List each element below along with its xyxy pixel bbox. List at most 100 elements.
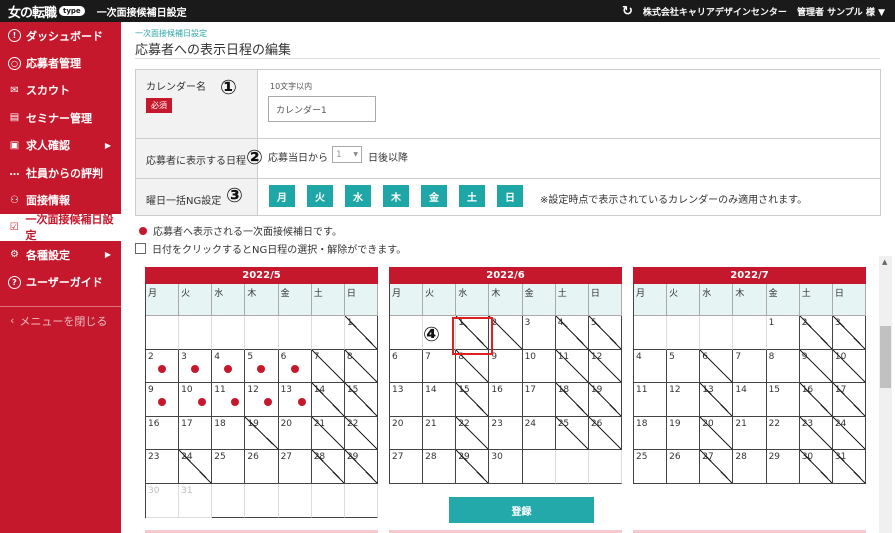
calendar-day[interactable]: 2	[146, 349, 180, 384]
days-select[interactable]: 1 ▼	[332, 146, 362, 163]
calendar-day[interactable]: 31	[832, 450, 866, 484]
calendar-day[interactable]: 25	[555, 416, 589, 451]
calendar-day[interactable]: 8	[344, 349, 378, 384]
calendar-day[interactable]: 12	[588, 349, 622, 384]
calendar-day[interactable]: 11	[555, 349, 589, 384]
scroll-up-icon[interactable]: ▲	[882, 258, 887, 266]
calendar-day[interactable]: 17	[179, 416, 213, 451]
calendar-day[interactable]: 2	[489, 316, 523, 350]
calendar-day[interactable]: 19	[245, 416, 279, 451]
sidebar-item-6[interactable]: ⚇ 面接情報	[0, 186, 121, 213]
calendar-day[interactable]: 27	[700, 450, 734, 484]
sidebar-item-1[interactable]: ○ 応募者管理	[0, 49, 121, 76]
calendar-day[interactable]: 15	[344, 383, 378, 417]
calendar-day[interactable]: 21	[733, 416, 767, 451]
calendar-day[interactable]: 5	[667, 349, 701, 384]
sidebar-item-2[interactable]: ✉ スカウト	[0, 77, 121, 104]
weekday-ng-button-2[interactable]: 水	[345, 185, 371, 207]
calendar-day[interactable]: 3	[179, 349, 213, 384]
calendar-day[interactable]: 4	[555, 316, 589, 350]
calendar-day[interactable]: 14	[311, 383, 345, 417]
calendar-day[interactable]: 10	[179, 383, 213, 417]
calendar-day[interactable]: 16	[146, 416, 180, 451]
sidebar-item-4[interactable]: ▣ 求人確認 ▶	[0, 132, 121, 159]
register-button[interactable]: 登録	[449, 497, 594, 523]
calendar-day[interactable]: 25	[212, 450, 246, 484]
calendar-day[interactable]: 19	[588, 383, 622, 417]
calendar-day[interactable]: 17	[832, 383, 866, 417]
calendar-day[interactable]: 18	[555, 383, 589, 417]
calendar-day[interactable]: 14	[733, 383, 767, 417]
user-menu[interactable]: 管理者 サンプル 様 ▼	[797, 5, 885, 18]
calendar-day[interactable]: 22	[344, 416, 378, 451]
weekday-ng-button-0[interactable]: 月	[269, 185, 295, 207]
calendar-day[interactable]: 18	[634, 416, 668, 451]
breadcrumb[interactable]: 一次面接候補日設定	[135, 28, 207, 39]
calendar-day[interactable]: 4	[212, 349, 246, 384]
calendar-day[interactable]: 27	[278, 450, 312, 484]
calendar-day[interactable]: 30	[489, 450, 523, 484]
calendar-day[interactable]: 11	[212, 383, 246, 417]
calendar-day[interactable]: 13	[278, 383, 312, 417]
calendar-day[interactable]: 13	[390, 383, 424, 417]
calendar-day[interactable]: 22	[456, 416, 490, 451]
calendar-day[interactable]: 26	[245, 450, 279, 484]
calendar-day[interactable]: 28	[423, 450, 457, 484]
close-menu-button[interactable]: ‹ メニューを閉じる	[0, 307, 121, 335]
sidebar-item-3[interactable]: ▤ セミナー管理	[0, 104, 121, 131]
sidebar-item-0[interactable]: ! ダッシュボード	[0, 22, 121, 49]
calendar-name-input[interactable]	[268, 96, 376, 122]
calendar-day[interactable]: 3	[832, 316, 866, 350]
calendar-day[interactable]: 2	[799, 316, 833, 350]
calendar-day[interactable]: 24	[832, 416, 866, 451]
calendar-day[interactable]: 29	[766, 450, 800, 484]
logo[interactable]: 女の転職 type	[0, 2, 85, 21]
calendar-day[interactable]: 12	[245, 383, 279, 417]
calendar-day[interactable]: 23	[489, 416, 523, 451]
calendar-day[interactable]: 5	[588, 316, 622, 350]
calendar-day[interactable]: 8	[766, 349, 800, 384]
sidebar-item-7[interactable]: ☑ 一次面接候補日設定	[0, 213, 121, 242]
calendar-day[interactable]: 28	[733, 450, 767, 484]
calendar-day[interactable]: 9	[799, 349, 833, 384]
calendar-day[interactable]: 1	[766, 316, 800, 350]
calendar-day[interactable]: 10	[832, 349, 866, 384]
calendar-day[interactable]: 20	[390, 416, 424, 451]
calendar-day[interactable]: 26	[667, 450, 701, 484]
calendar-day[interactable]: 6	[390, 349, 424, 384]
weekday-ng-button-3[interactable]: 木	[383, 185, 409, 207]
calendar-day[interactable]: 26	[588, 416, 622, 451]
calendar-day[interactable]: 30	[799, 450, 833, 484]
calendar-day[interactable]: 19	[667, 416, 701, 451]
weekday-ng-button-4[interactable]: 金	[421, 185, 447, 207]
calendar-day[interactable]: 29	[456, 450, 490, 484]
weekday-ng-button-5[interactable]: 土	[459, 185, 485, 207]
calendar-day[interactable]: 9	[146, 383, 180, 417]
calendar-day[interactable]: 1	[344, 316, 378, 350]
scrollbar-thumb[interactable]	[880, 326, 891, 388]
calendar-day[interactable]: 4	[634, 349, 668, 384]
calendar-day[interactable]: 16	[489, 383, 523, 417]
calendar-day[interactable]: 22	[766, 416, 800, 451]
calendar-day[interactable]: 6	[278, 349, 312, 384]
weekday-ng-button-1[interactable]: 火	[307, 185, 333, 207]
calendar-day[interactable]: 23	[799, 416, 833, 451]
calendar-day[interactable]: 20	[278, 416, 312, 451]
calendar-day[interactable]: 3	[522, 316, 556, 350]
calendar-day[interactable]: 12	[667, 383, 701, 417]
calendar-day[interactable]: 10	[522, 349, 556, 384]
calendar-day[interactable]: 20	[700, 416, 734, 451]
checkbox[interactable]	[135, 243, 146, 254]
scrollbar[interactable]: ▲	[879, 256, 892, 533]
calendar-day[interactable]: 24	[522, 416, 556, 451]
calendar-day[interactable]: 15	[456, 383, 490, 417]
calendar-day[interactable]: 18	[212, 416, 246, 451]
calendar-day[interactable]: 24	[179, 450, 213, 484]
calendar-day[interactable]: 13	[700, 383, 734, 417]
calendar-day[interactable]: 9	[489, 349, 523, 384]
calendar-day[interactable]: 29	[344, 450, 378, 484]
calendar-day[interactable]: 14	[423, 383, 457, 417]
sidebar-item-5[interactable]: … 社員からの評判	[0, 159, 121, 186]
refresh-icon[interactable]: ↻	[622, 4, 633, 19]
calendar-day[interactable]: 16	[799, 383, 833, 417]
